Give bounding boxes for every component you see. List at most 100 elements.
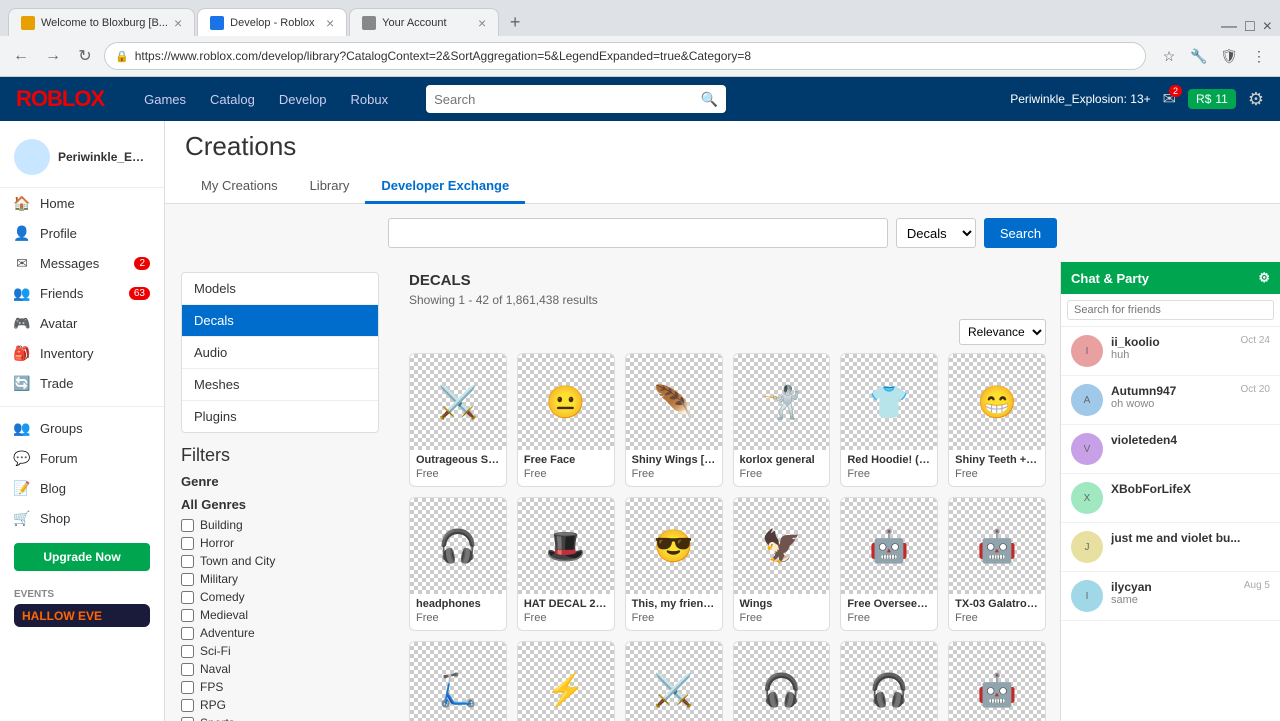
- item-card-10[interactable]: 🤖 Free Overseer (Full Package)Free: [840, 497, 938, 631]
- messages-icon-btn[interactable]: ✉ 2: [1163, 89, 1176, 109]
- extension-btn-2[interactable]: 🛡: [1216, 43, 1242, 69]
- maximize-button[interactable]: □: [1245, 18, 1255, 36]
- item-card-0[interactable]: ⚔️ Outrageous Sword PackFree: [409, 353, 507, 487]
- genre-fps-checkbox[interactable]: [181, 681, 194, 694]
- item-card-1[interactable]: 😐 Free FaceFree: [517, 353, 615, 487]
- genre-rpg-checkbox[interactable]: [181, 699, 194, 712]
- tab-library[interactable]: Library: [294, 170, 366, 204]
- item-card-7[interactable]: 🎩 HAT DECAL 2016-2017 (FREE)Free: [517, 497, 615, 631]
- sidebar-item-friends[interactable]: 👥 Friends 63: [0, 278, 164, 308]
- sidebar-item-blog[interactable]: 📝 Blog: [0, 473, 164, 503]
- item-card-11[interactable]: 🤖 TX-03 Galatron BerserkerFree: [948, 497, 1046, 631]
- sidebar-item-groups[interactable]: 👥 Groups: [0, 413, 164, 443]
- new-tab-button[interactable]: +: [501, 8, 529, 36]
- filter-cat-plugins[interactable]: Plugins: [182, 401, 378, 432]
- tab-3[interactable]: Your Account ×: [349, 8, 499, 36]
- reload-button[interactable]: ↻: [72, 43, 98, 69]
- item-card-17[interactable]: 🤖 TX-03 Galatron GunnerFree: [948, 641, 1046, 721]
- bookmark-button[interactable]: ☆: [1156, 43, 1182, 69]
- genre-horror-checkbox[interactable]: [181, 537, 194, 550]
- chat-item-3[interactable]: X XBobForLifeX: [1061, 474, 1280, 523]
- sidebar-item-shop[interactable]: 🛒 Shop: [0, 503, 164, 533]
- item-card-9[interactable]: 🦅 WingsFree: [733, 497, 831, 631]
- back-button[interactable]: ←: [8, 43, 34, 69]
- item-card-14[interactable]: ⚔️ Deluxe Ninja SwordpackFree: [625, 641, 723, 721]
- header-search-icon[interactable]: 🔍: [701, 91, 718, 108]
- chat-item-5[interactable]: I ilycyan same Aug 5: [1061, 572, 1280, 621]
- genre-town-city-checkbox[interactable]: [181, 555, 194, 568]
- sidebar-item-inventory[interactable]: 🎒 Inventory: [0, 338, 164, 368]
- nav-robux[interactable]: Robux: [341, 88, 399, 111]
- upgrade-now-button[interactable]: Upgrade Now: [14, 543, 150, 571]
- filter-cat-audio[interactable]: Audio: [182, 337, 378, 369]
- filter-panel: Models Decals Audio Meshes Plugins Filte…: [165, 262, 395, 721]
- item-name-9: Wings: [734, 594, 830, 612]
- sidebar-item-profile[interactable]: 👤 Profile: [0, 218, 164, 248]
- search-input[interactable]: [388, 218, 888, 248]
- genre-comedy-checkbox[interactable]: [181, 591, 194, 604]
- genre-sports-checkbox[interactable]: [181, 717, 194, 721]
- extension-btn-1[interactable]: 🔧: [1186, 43, 1212, 69]
- filter-cat-decals[interactable]: Decals: [182, 305, 378, 337]
- roblox-header: ROBLOX Games Catalog Develop Robux 🔍 Per…: [0, 77, 1280, 121]
- chat-item-4[interactable]: J just me and violet bu...: [1061, 523, 1280, 572]
- chat-settings-icon[interactable]: ⚙: [1258, 270, 1270, 286]
- item-card-16[interactable]: 🎧 Sapphire Encrusted HeadphonesFree: [840, 641, 938, 721]
- tab-1-close[interactable]: ×: [174, 16, 182, 30]
- chat-item-2[interactable]: V violeteden4: [1061, 425, 1280, 474]
- tab-2-close[interactable]: ×: [326, 16, 334, 30]
- sort-select[interactable]: Relevance: [959, 319, 1046, 345]
- item-card-2[interactable]: 🪶 Shiny Wings [Free]Free: [625, 353, 723, 487]
- chat-item-1[interactable]: A Autumn947 oh wowo Oct 20: [1061, 376, 1280, 425]
- header-search-input[interactable]: [434, 92, 701, 107]
- genre-naval: Naval: [181, 660, 379, 678]
- genre-sci-fi-label: Sci-Fi: [200, 644, 231, 658]
- close-button[interactable]: ×: [1263, 18, 1272, 36]
- address-text: https://www.roblox.com/develop/library?C…: [135, 49, 751, 63]
- robux-button[interactable]: R$ 11: [1188, 89, 1236, 109]
- tab-1[interactable]: Welcome to Bloxburg [B... ×: [8, 8, 195, 36]
- settings-icon-btn[interactable]: ⚙: [1248, 89, 1264, 110]
- genre-building-checkbox[interactable]: [181, 519, 194, 532]
- nav-games[interactable]: Games: [134, 88, 196, 111]
- genre-medieval-checkbox[interactable]: [181, 609, 194, 622]
- genre-naval-checkbox[interactable]: [181, 663, 194, 676]
- item-card-3[interactable]: 🤺 korlox generalFree: [733, 353, 831, 487]
- item-card-8[interactable]: 😎 This, my friends...Free: [625, 497, 723, 631]
- filter-cat-models[interactable]: Models: [182, 273, 378, 305]
- tab-2[interactable]: Develop - Roblox ×: [197, 8, 347, 36]
- tab-3-close[interactable]: ×: [478, 16, 486, 30]
- category-select[interactable]: Decals Models Audio Meshes Plugins: [896, 218, 976, 248]
- genre-sci-fi-checkbox[interactable]: [181, 645, 194, 658]
- address-bar[interactable]: 🔒 https://www.roblox.com/develop/library…: [104, 42, 1146, 70]
- forward-button[interactable]: →: [40, 43, 66, 69]
- chat-search-input[interactable]: [1067, 300, 1274, 320]
- item-card-5[interactable]: 😁 Shiny Teeth + Golden PupilFree: [948, 353, 1046, 487]
- genre-title: Genre: [181, 474, 379, 489]
- nav-develop[interactable]: Develop: [269, 88, 337, 111]
- item-name-2: Shiny Wings [Free]: [626, 450, 722, 468]
- minimize-button[interactable]: —: [1221, 18, 1237, 36]
- item-card-13[interactable]: ⚡ lightsaberFree: [517, 641, 615, 721]
- item-card-12[interactable]: 🛴 The Segway MUST BUY!!Free: [409, 641, 507, 721]
- profile-icon: 👤: [14, 225, 30, 241]
- filter-cat-meshes[interactable]: Meshes: [182, 369, 378, 401]
- menu-button[interactable]: ⋮: [1246, 43, 1272, 69]
- item-card-6[interactable]: 🎧 headphonesFree: [409, 497, 507, 631]
- event-banner[interactable]: HALLOW EVE: [14, 604, 150, 627]
- tab-my-creations[interactable]: My Creations: [185, 170, 294, 204]
- sidebar-item-home[interactable]: 🏠 Home: [0, 188, 164, 218]
- item-name-7: HAT DECAL 2016-2017 (FREE): [518, 594, 614, 612]
- sidebar-item-avatar[interactable]: 🎮 Avatar: [0, 308, 164, 338]
- sidebar-item-trade[interactable]: 🔄 Trade: [0, 368, 164, 398]
- sidebar-item-forum[interactable]: 💬 Forum: [0, 443, 164, 473]
- item-card-4[interactable]: 👕 Red Hoodie! (FREE NOW)Free: [840, 353, 938, 487]
- tab-developer-exchange[interactable]: Developer Exchange: [365, 170, 525, 204]
- search-button[interactable]: Search: [984, 218, 1057, 248]
- sidebar-item-messages[interactable]: ✉ Messages 2: [0, 248, 164, 278]
- chat-item-0[interactable]: I ii_koolio huh Oct 24: [1061, 327, 1280, 376]
- item-card-15[interactable]: 🎧 Radioactive Stripe HeadphonesFree: [733, 641, 831, 721]
- genre-military-checkbox[interactable]: [181, 573, 194, 586]
- nav-catalog[interactable]: Catalog: [200, 88, 265, 111]
- genre-adventure-checkbox[interactable]: [181, 627, 194, 640]
